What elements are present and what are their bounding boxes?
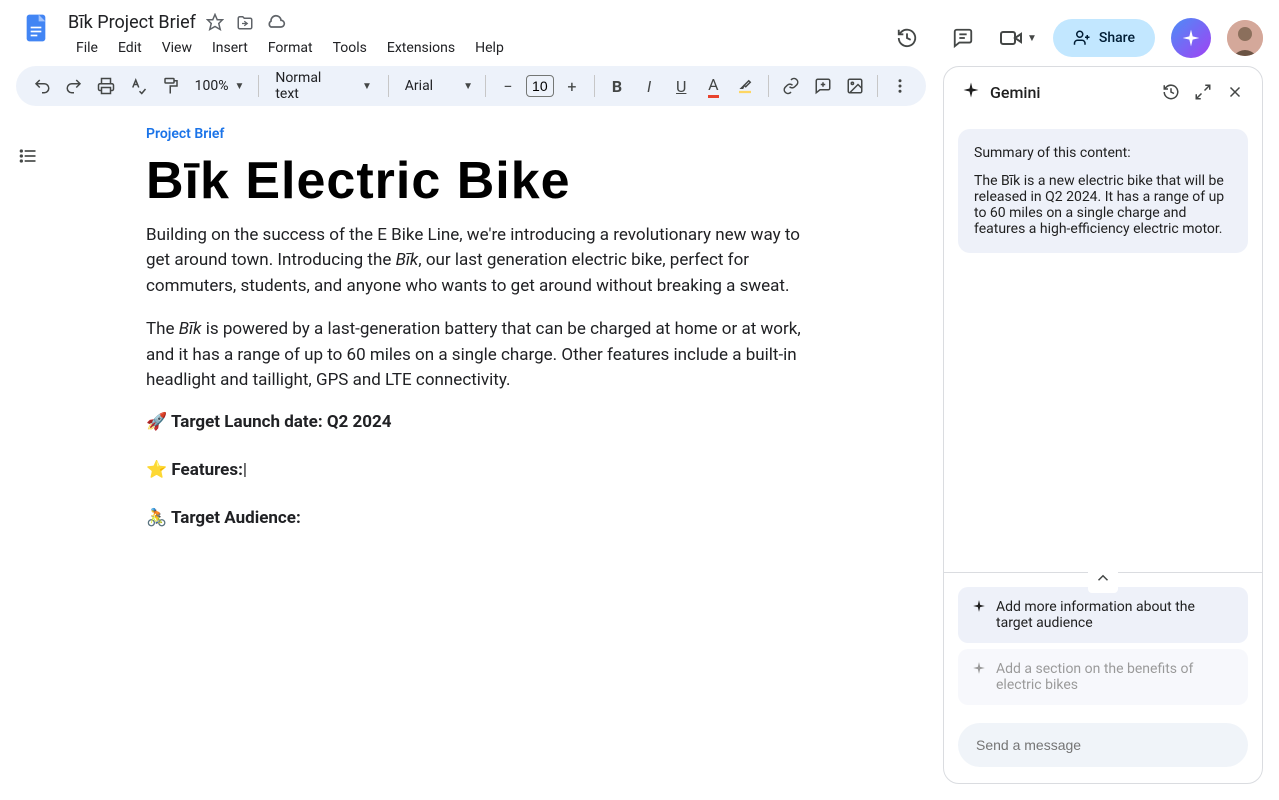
suggestion-2[interactable]: Add a section on the benefits of electri… <box>958 649 1248 705</box>
menu-help[interactable]: Help <box>467 36 512 60</box>
docs-logo[interactable] <box>16 8 56 48</box>
summary-label: Summary of this content: <box>974 145 1232 161</box>
gemini-panel: Gemini Summary of this content: The Bīk … <box>943 66 1263 784</box>
add-comment-button[interactable] <box>809 71 837 101</box>
link-button[interactable] <box>776 71 804 101</box>
menu-view[interactable]: View <box>154 36 200 60</box>
paragraph-style-select[interactable]: Normal text▼ <box>267 70 380 102</box>
comments-icon[interactable] <box>943 18 983 58</box>
outline-toggle-button[interactable] <box>10 138 46 174</box>
redo-button[interactable] <box>60 71 88 101</box>
print-button[interactable] <box>92 71 120 101</box>
suggestion-1[interactable]: Add more information about the target au… <box>958 587 1248 643</box>
gemini-fab[interactable] <box>1171 18 1211 58</box>
share-button[interactable]: Share <box>1053 19 1155 57</box>
menubar: File Edit View Insert Format Tools Exten… <box>68 36 875 60</box>
zoom-select[interactable]: 100%▼ <box>189 78 251 94</box>
image-button[interactable] <box>841 71 869 101</box>
spark-icon <box>972 599 986 617</box>
paint-format-button[interactable] <box>157 71 185 101</box>
undo-button[interactable] <box>28 71 56 101</box>
panel-close-icon[interactable] <box>1226 83 1244 101</box>
spellcheck-button[interactable] <box>124 71 152 101</box>
move-icon[interactable] <box>236 12 254 32</box>
toolbar: 100%▼ Normal text▼ Arial▼ − + B I U A <box>16 66 926 106</box>
collapse-suggestions-icon[interactable] <box>1088 563 1118 593</box>
menu-format[interactable]: Format <box>260 36 321 60</box>
history-icon[interactable] <box>887 18 927 58</box>
menu-extensions[interactable]: Extensions <box>379 36 463 60</box>
underline-button[interactable]: U <box>667 71 695 101</box>
gemini-title: Gemini <box>990 83 1152 102</box>
header-bar: Bīk Project Brief File Edit View Insert … <box>0 0 1279 60</box>
gemini-message-input[interactable] <box>958 723 1248 767</box>
left-rail <box>0 110 56 800</box>
gemini-spark-icon <box>962 81 980 103</box>
menu-edit[interactable]: Edit <box>110 36 150 60</box>
gemini-summary-card: Summary of this content: The Bīk is a ne… <box>958 129 1248 253</box>
bold-button[interactable]: B <box>603 71 631 101</box>
text-color-button[interactable]: A <box>699 71 727 101</box>
meet-button[interactable]: ▼ <box>999 26 1037 50</box>
user-avatar[interactable] <box>1227 20 1263 56</box>
share-label: Share <box>1099 30 1135 46</box>
panel-expand-icon[interactable] <box>1194 83 1212 101</box>
document-title[interactable]: Bīk Project Brief <box>68 12 196 33</box>
font-size-input[interactable] <box>526 75 554 97</box>
doc-paragraph-1: Building on the success of the E Bike Li… <box>146 223 806 300</box>
spark-icon <box>972 661 986 679</box>
decrease-font-button[interactable]: − <box>494 71 522 101</box>
font-select[interactable]: Arial▼ <box>397 78 477 94</box>
panel-history-icon[interactable] <box>1162 83 1180 101</box>
header-actions: ▼ Share <box>887 8 1263 58</box>
doc-paragraph-2: The Bīk is powered by a last-generation … <box>146 317 806 394</box>
highlight-button[interactable] <box>731 71 759 101</box>
cloud-status-icon[interactable] <box>266 12 286 32</box>
more-tools-button[interactable] <box>886 71 914 101</box>
italic-button[interactable]: I <box>635 71 663 101</box>
menu-tools[interactable]: Tools <box>325 36 375 60</box>
increase-font-button[interactable]: + <box>558 71 586 101</box>
title-area: Bīk Project Brief File Edit View Insert … <box>68 8 875 60</box>
summary-text: The Bīk is a new electric bike that will… <box>974 173 1232 237</box>
star-icon[interactable] <box>206 12 224 32</box>
menu-insert[interactable]: Insert <box>204 36 256 60</box>
menu-file[interactable]: File <box>68 36 106 60</box>
